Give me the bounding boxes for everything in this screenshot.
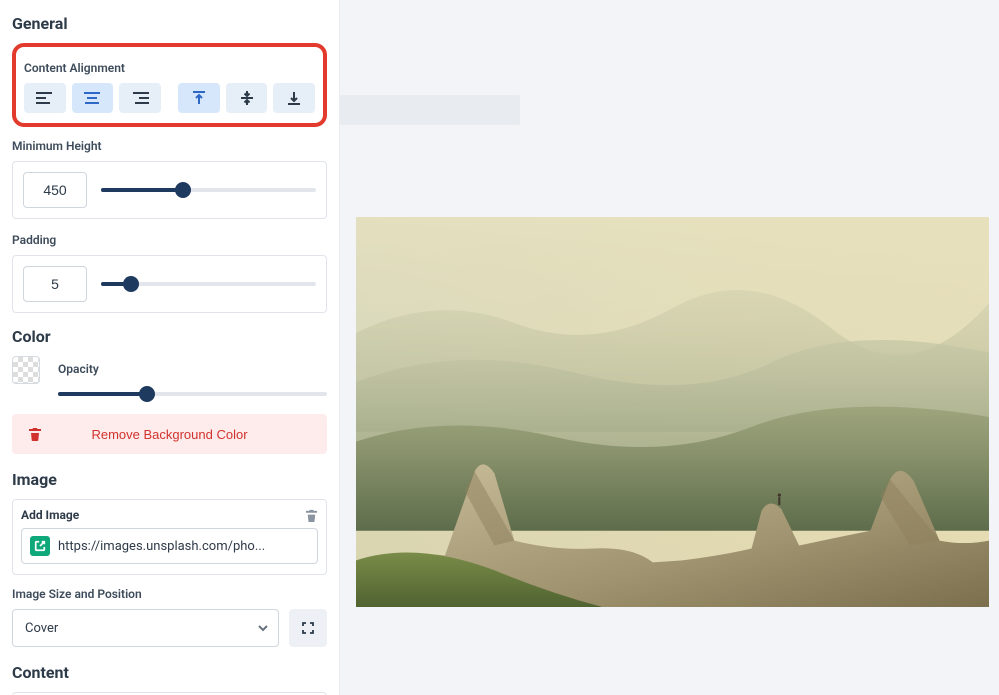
padding-input[interactable] — [23, 266, 87, 302]
image-size-value: Cover — [25, 621, 58, 636]
padding-slider[interactable] — [101, 274, 316, 294]
align-top-icon — [191, 90, 207, 106]
align-bottom-icon — [286, 90, 302, 106]
trash-icon — [28, 427, 42, 441]
opacity-label: Opacity — [58, 362, 327, 376]
hero-image — [356, 217, 989, 607]
align-bottom-button[interactable] — [273, 83, 315, 113]
min-height-slider[interactable] — [101, 180, 316, 200]
min-height-input[interactable] — [23, 172, 87, 208]
external-link-icon — [30, 536, 50, 556]
image-panel: Add Image https://images.unsplash.com/ph… — [12, 499, 327, 575]
settings-sidebar: General Content Alignment — [0, 0, 340, 695]
image-size-select[interactable]: Cover — [12, 609, 279, 647]
remove-background-color-button[interactable]: Remove Background Color — [12, 414, 327, 454]
align-center-button[interactable] — [72, 83, 114, 113]
min-height-label: Minimum Height — [12, 139, 327, 153]
section-title-general: General — [12, 14, 327, 33]
padding-label: Padding — [12, 233, 327, 247]
align-left-button[interactable] — [24, 83, 66, 113]
remove-background-color-label: Remove Background Color — [91, 427, 247, 442]
align-left-icon — [36, 91, 54, 105]
fullscreen-icon — [300, 620, 316, 636]
opacity-slider[interactable] — [58, 384, 327, 404]
align-middle-icon — [239, 90, 255, 106]
add-image-label: Add Image — [21, 508, 79, 522]
placeholder-block — [340, 95, 520, 125]
align-right-button[interactable] — [119, 83, 161, 113]
background-color-swatch[interactable] — [12, 356, 40, 384]
image-url-box[interactable]: https://images.unsplash.com/pho... — [21, 528, 318, 564]
canvas-area — [340, 0, 999, 695]
min-height-panel — [12, 161, 327, 219]
align-center-icon — [83, 91, 101, 105]
content-alignment-controls — [24, 83, 315, 113]
section-title-color: Color — [12, 327, 327, 346]
padding-panel — [12, 255, 327, 313]
trash-icon[interactable] — [305, 509, 318, 522]
section-title-image: Image — [12, 470, 327, 489]
image-url: https://images.unsplash.com/pho... — [58, 539, 265, 554]
image-size-label: Image Size and Position — [12, 587, 327, 601]
section-title-content: Content — [12, 663, 327, 682]
fullscreen-button[interactable] — [289, 609, 327, 647]
chevron-down-icon — [257, 622, 269, 634]
align-middle-button[interactable] — [226, 83, 268, 113]
content-alignment-label: Content Alignment — [24, 61, 315, 75]
content-alignment-highlight: Content Alignment — [12, 43, 327, 127]
align-right-icon — [131, 91, 149, 105]
align-top-button[interactable] — [178, 83, 220, 113]
